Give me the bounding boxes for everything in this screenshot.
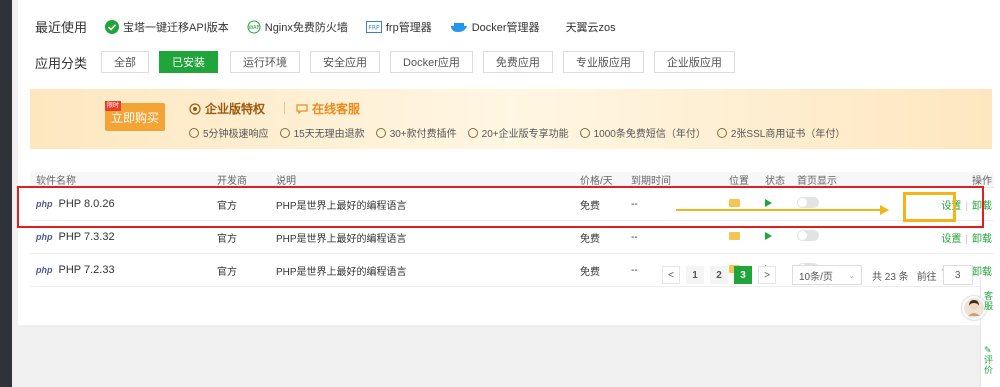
customer-service-avatar[interactable] <box>962 296 986 320</box>
category-docker[interactable]: Docker应用 <box>390 51 473 73</box>
recent-item-nginx-waf[interactable]: WAF Nginx免费防火墙 <box>247 19 348 35</box>
clock-icon <box>189 127 199 138</box>
page-size-value: 10条/页 <box>799 271 833 283</box>
software-name: PHP 7.2.33 <box>58 264 115 276</box>
highlight-box-settings <box>903 192 956 222</box>
recent-item-label: frp管理器 <box>385 21 432 34</box>
service-side-label[interactable]: 客服 <box>984 291 994 311</box>
avatar-face-icon <box>968 300 980 316</box>
homepage-toggle[interactable] <box>797 230 819 241</box>
cell-name: php PHP 7.2.33 <box>30 253 211 287</box>
feature-label: 20+企业版专享功能 <box>481 129 569 140</box>
pagination: < 1 2 3 > 10条/页 ⌄ 共 23 条 前往 3 <box>662 265 973 285</box>
chevron-down-icon: ⌄ <box>848 270 855 280</box>
feature-list: 5分钟极速响应 15天无理由退款 30+款付费插件 20+企业版专享功能 100… <box>189 125 856 140</box>
feature-label: 1000条免费短信（年付） <box>593 129 706 140</box>
folder-icon[interactable] <box>729 231 740 240</box>
category-security[interactable]: 安全应用 <box>310 51 381 73</box>
running-play-icon[interactable] <box>765 231 772 240</box>
recent-item-label: Nginx免费防火墙 <box>264 21 348 34</box>
feature-item: 15天无理由退款 <box>279 125 365 140</box>
banner-divider <box>284 102 285 114</box>
page-button-2[interactable]: 2 <box>710 266 728 284</box>
check-circle-icon <box>105 19 120 34</box>
category-enterprise[interactable]: 企业版应用 <box>653 51 735 73</box>
annotation-arrow-line <box>676 209 882 211</box>
page-size-select[interactable]: 10条/页 ⌄ <box>792 265 862 285</box>
category-runtime[interactable]: 运行环境 <box>230 51 301 73</box>
total-count: 共 23 条 <box>872 271 909 283</box>
next-page-button[interactable]: > <box>758 266 776 284</box>
category-row: 应用分类 全部 已安装 运行环境 安全应用 Docker应用 免费应用 专业版应… <box>35 51 735 73</box>
php-logo-icon: php <box>36 232 53 242</box>
message-icon <box>579 127 590 138</box>
limited-ribbon: 限时 <box>105 101 121 111</box>
diamond-outline-icon <box>467 127 478 138</box>
recent-item-tianyi-zos[interactable]: 天翼云zos <box>566 19 616 35</box>
feature-item: 2张SSL商用证书（年付） <box>716 125 846 140</box>
feature-item: 30+款付费插件 <box>375 125 457 140</box>
ribbon-label: 限时 <box>106 103 119 109</box>
recent-used-row: 最近使用 宝塔一键迁移API版本 WAF Nginx免费防火墙 FRP frp管… <box>35 17 616 36</box>
recent-item-frp[interactable]: FRP frp管理器 <box>365 19 432 35</box>
software-store-panel: 最近使用 宝塔一键迁移API版本 WAF Nginx免费防火墙 FRP frp管… <box>18 0 1000 325</box>
enterprise-banner: 立即购买 限时 企业版特权 在线客服 5分钟极速响应 15天无理由退款 30+款… <box>30 89 992 149</box>
ssl-certificate-icon <box>716 127 727 138</box>
cell-description: PHP是世界上最好的编程语言 <box>270 253 574 287</box>
service-title-label: 在线客服 <box>312 102 361 116</box>
category-all[interactable]: 全部 <box>101 51 150 73</box>
enterprise-title-label: 企业版特权 <box>205 102 266 116</box>
prev-page-button[interactable]: < <box>662 266 680 284</box>
recent-item-label: 天翼云zos <box>565 21 616 34</box>
feature-label: 30+款付费插件 <box>389 129 457 140</box>
software-name: PHP 7.3.32 <box>58 231 115 243</box>
plugin-icon <box>375 127 386 138</box>
chat-bubble-icon <box>296 103 308 115</box>
online-service-link[interactable]: 在线客服 <box>296 100 360 117</box>
svg-text:FRP: FRP <box>368 24 380 31</box>
php-logo-icon: php <box>36 265 53 275</box>
feedback-side-button[interactable]: ✎ 评价 <box>984 345 994 375</box>
category-free[interactable]: 免费应用 <box>482 51 553 73</box>
highlight-box-php80-row <box>17 186 984 228</box>
enterprise-privilege-title[interactable]: 企业版特权 <box>189 100 265 117</box>
recent-item-docker[interactable]: Docker管理器 <box>450 19 540 35</box>
recent-item-migrate-api[interactable]: 宝塔一键迁移API版本 <box>105 19 229 35</box>
settings-link[interactable]: 设置 <box>941 234 961 245</box>
uninstall-link[interactable]: 卸载 <box>972 234 992 245</box>
edit-icon: ✎ <box>984 345 992 355</box>
cell-vendor: 官方 <box>211 253 270 287</box>
svg-text:WAF: WAF <box>248 25 259 31</box>
category-label: 应用分类 <box>35 55 88 71</box>
feature-label: 5分钟极速响应 <box>203 129 269 140</box>
recent-item-label: Docker管理器 <box>471 21 540 34</box>
page-button-1[interactable]: 1 <box>686 266 704 284</box>
feature-label: 15天无理由退款 <box>293 129 365 140</box>
category-installed[interactable]: 已安装 <box>159 51 219 73</box>
left-sidebar-strip <box>0 0 12 387</box>
feature-item: 20+企业版专享功能 <box>467 125 569 140</box>
goto-page-input[interactable]: 3 <box>942 265 973 285</box>
refund-icon <box>279 127 290 138</box>
recent-item-label: 宝塔一键迁移API版本 <box>123 21 229 34</box>
feature-item: 1000条免费短信（年付） <box>579 125 706 140</box>
goto-label: 前往 <box>916 271 937 283</box>
diamond-icon <box>189 102 201 115</box>
feature-item: 5分钟极速响应 <box>189 125 269 140</box>
frp-icon: FRP <box>365 20 382 33</box>
page-button-3[interactable]: 3 <box>734 266 752 284</box>
cell-price: 免费 <box>574 253 625 287</box>
annotation-arrow-head <box>880 205 889 215</box>
feedback-label: 评价 <box>984 355 994 375</box>
category-pro[interactable]: 专业版应用 <box>562 51 644 73</box>
action-separator: | <box>965 233 968 245</box>
recent-used-label: 最近使用 <box>35 20 88 35</box>
docker-whale-icon <box>450 21 468 33</box>
feature-label: 2张SSL商用证书（年付） <box>730 129 846 140</box>
uninstall-link[interactable]: 卸载 <box>972 267 992 278</box>
waf-icon: WAF <box>247 20 261 34</box>
